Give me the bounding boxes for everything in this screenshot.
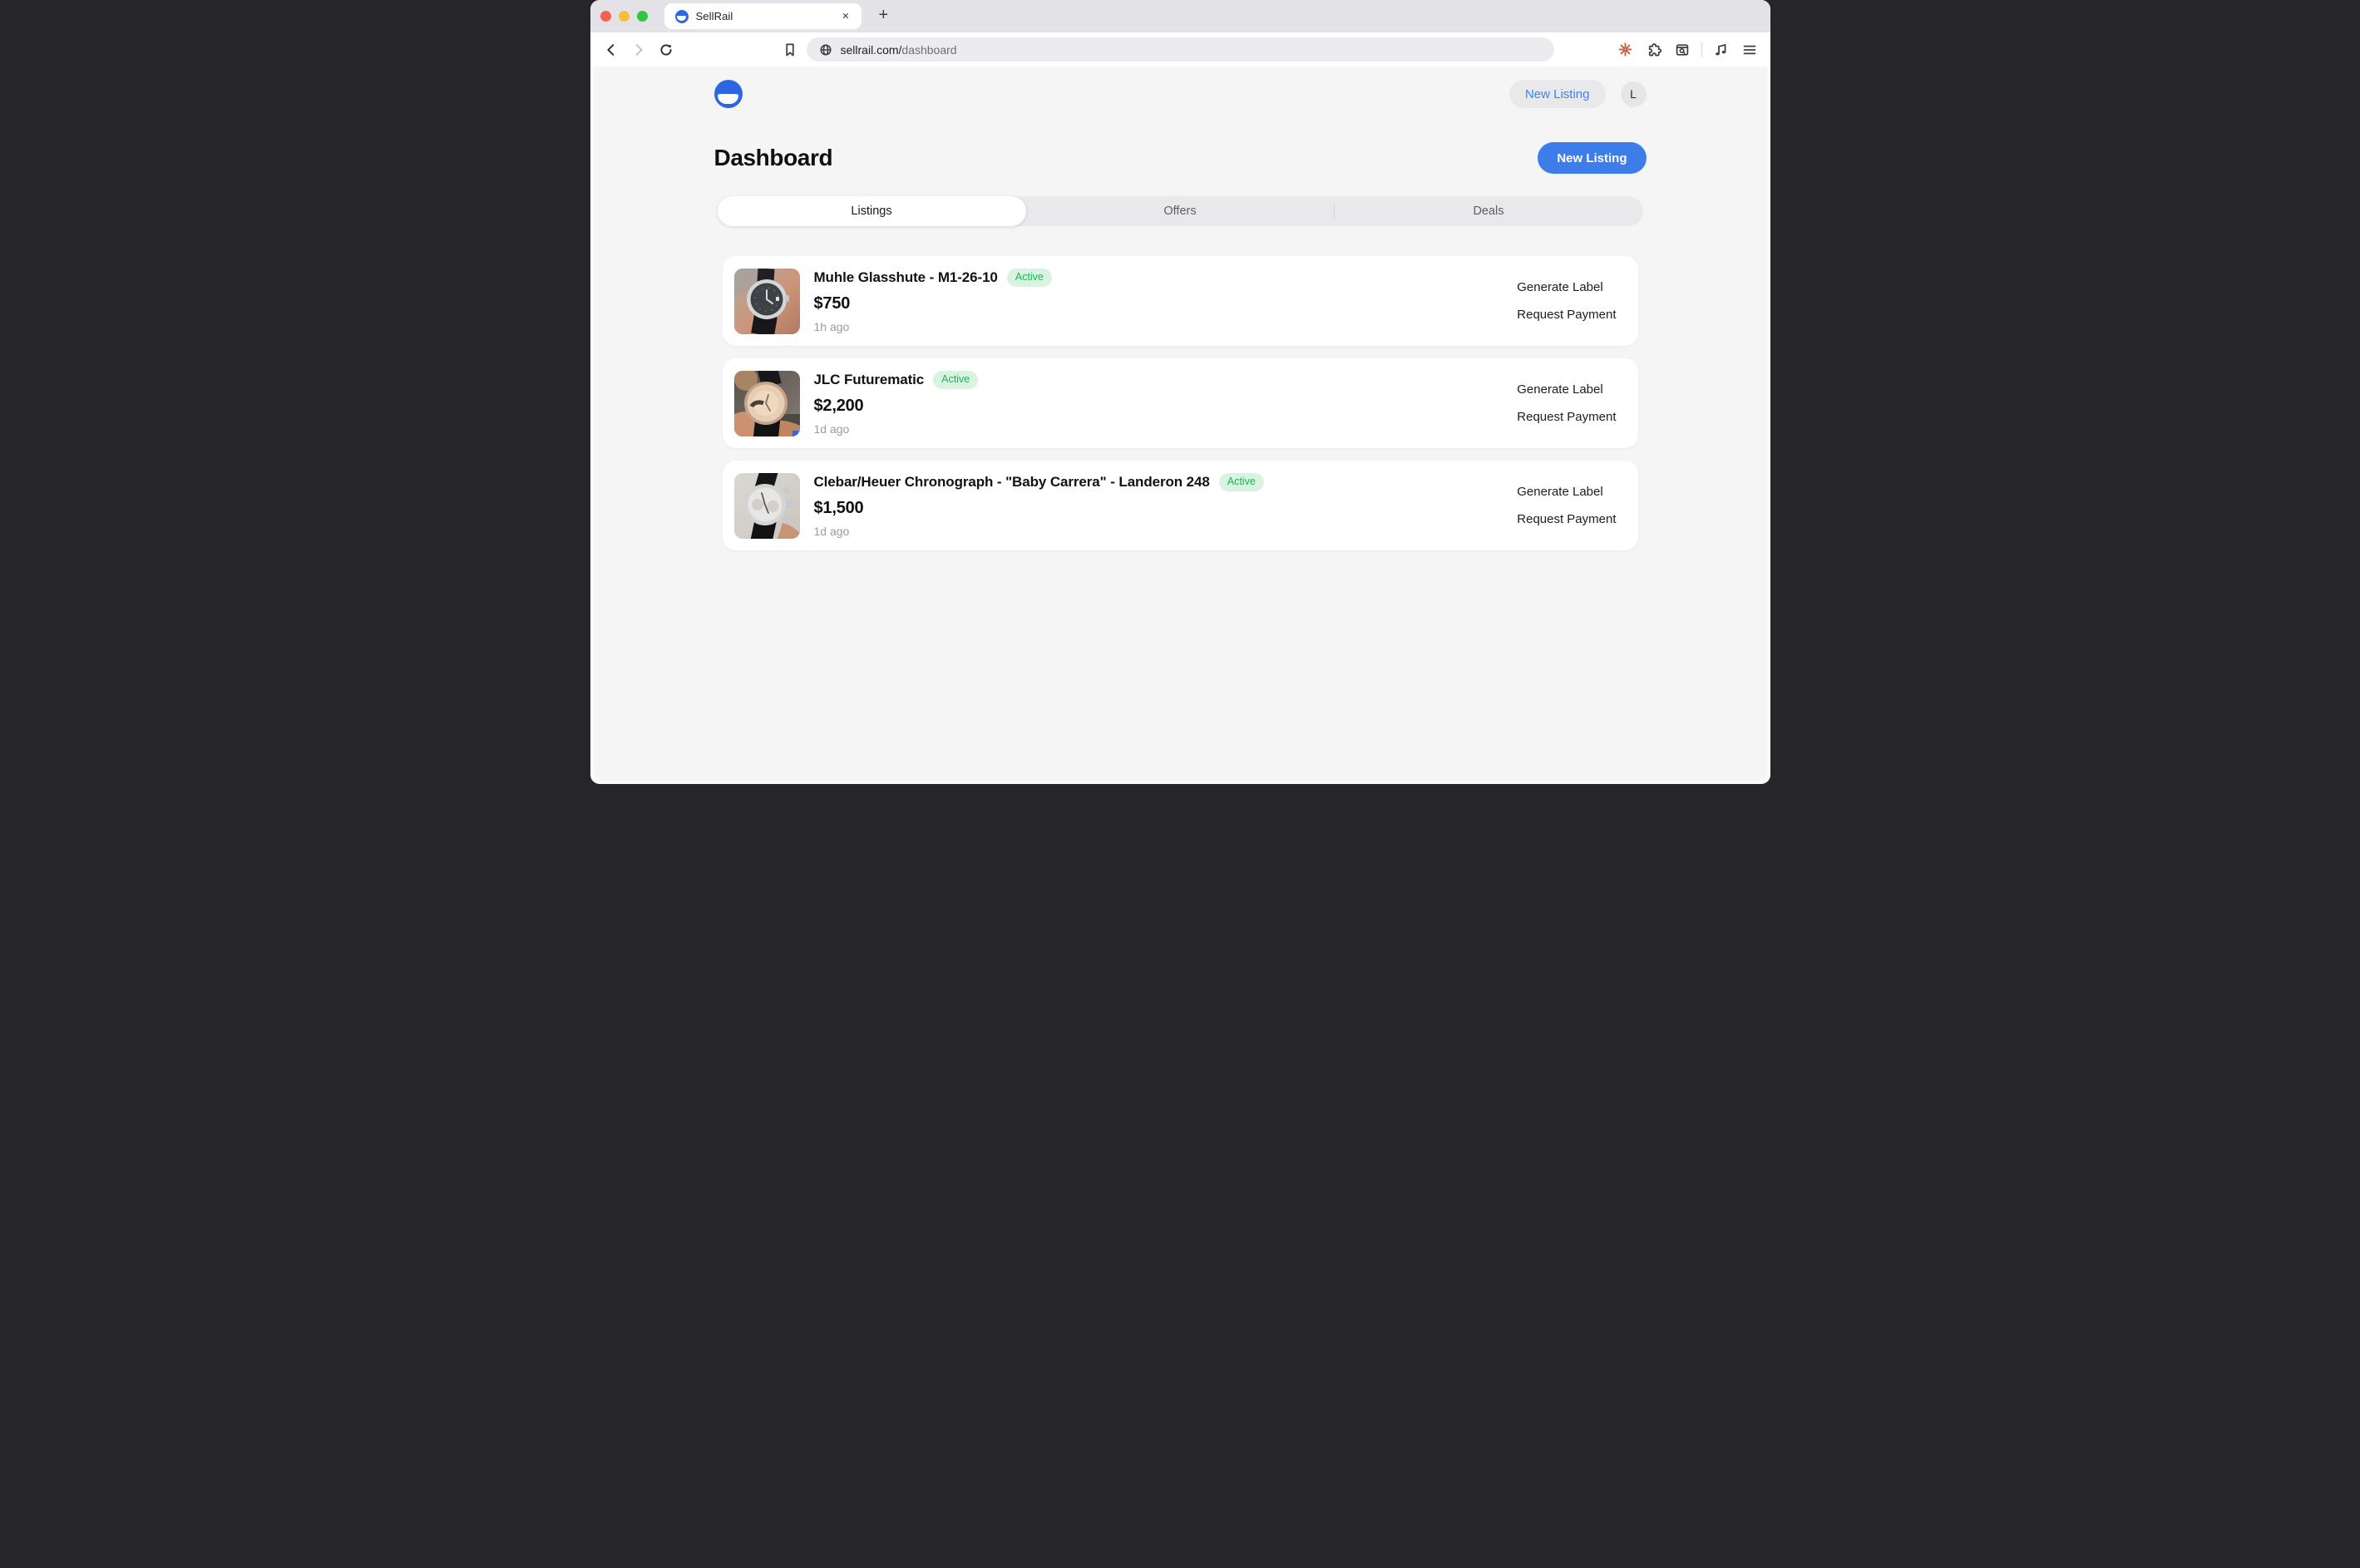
close-tab-icon[interactable]: ✕ xyxy=(838,9,852,23)
browser-window: SellRail ✕ + xyxy=(590,0,1770,784)
browser-toolbar: sellrail.com/dashboard xyxy=(590,32,1770,67)
tab-deals[interactable]: Deals xyxy=(1335,196,1643,226)
status-badge: Active xyxy=(1219,473,1264,491)
extensions-puzzle-icon[interactable] xyxy=(1645,41,1663,59)
assistant-starburst-icon[interactable] xyxy=(1617,41,1635,59)
browser-tab-strip: SellRail ✕ + xyxy=(590,0,1770,32)
close-window-button[interactable] xyxy=(600,11,611,22)
sellrail-logo-icon[interactable] xyxy=(714,80,743,108)
find-in-page-icon[interactable] xyxy=(1673,41,1691,59)
listing-time: 1h ago xyxy=(814,320,1052,333)
listing-row-jlc[interactable]: JLC Futurematic Active $2,200 1d ago Gen… xyxy=(723,358,1638,448)
menu-hamburger-icon[interactable] xyxy=(1740,41,1759,59)
status-badge: Active xyxy=(933,371,978,389)
bookmark-icon[interactable] xyxy=(781,41,799,59)
listing-title: JLC Futurematic xyxy=(814,372,925,388)
listing-title: Muhle Glasshute - M1-26-10 xyxy=(814,269,998,286)
listing-row-muhle[interactable]: Muhle Glasshute - M1-26-10 Active $750 1… xyxy=(723,256,1638,346)
new-tab-button[interactable]: + xyxy=(876,7,892,26)
header-new-listing-button[interactable]: New Listing xyxy=(1509,80,1606,108)
tab-offers[interactable]: Offers xyxy=(1026,196,1335,226)
forward-icon[interactable] xyxy=(629,41,648,59)
listing-price: $2,200 xyxy=(814,397,979,416)
url-text: sellrail.com/dashboard xyxy=(841,43,957,57)
listing-price: $1,500 xyxy=(814,499,1264,518)
url-bar[interactable]: sellrail.com/dashboard xyxy=(807,37,1554,62)
page-content: New Listing L Dashboard New Listing List… xyxy=(594,67,1767,781)
browser-tab[interactable]: SellRail ✕ xyxy=(664,3,862,29)
new-listing-button[interactable]: New Listing xyxy=(1538,142,1646,174)
generate-label-link[interactable]: Generate Label xyxy=(1517,280,1602,294)
request-payment-link[interactable]: Request Payment xyxy=(1517,410,1616,424)
traffic-lights xyxy=(590,11,648,22)
generate-label-link[interactable]: Generate Label xyxy=(1517,485,1602,499)
listing-time: 1d ago xyxy=(814,422,979,436)
page-title: Dashboard xyxy=(714,145,833,171)
listings-tab-bar: Listings Offers Deals xyxy=(718,196,1643,226)
request-payment-link[interactable]: Request Payment xyxy=(1517,512,1616,526)
app-header: New Listing L xyxy=(714,67,1647,108)
minimize-window-button[interactable] xyxy=(619,11,629,22)
listing-thumbnail xyxy=(734,269,800,334)
reload-icon[interactable] xyxy=(657,41,675,59)
listing-thumbnail xyxy=(734,371,800,436)
back-icon[interactable] xyxy=(602,41,620,59)
avatar[interactable]: L xyxy=(1621,81,1647,107)
listing-row-clebar[interactable]: Clebar/Heuer Chronograph - "Baby Carrera… xyxy=(723,461,1638,550)
tab-divider xyxy=(1334,204,1335,219)
globe-icon xyxy=(818,42,833,57)
tab-title: SellRail xyxy=(696,10,839,22)
zoom-window-button[interactable] xyxy=(637,11,648,22)
status-badge: Active xyxy=(1007,269,1052,287)
generate-label-link[interactable]: Generate Label xyxy=(1517,382,1602,397)
tab-listings[interactable]: Listings xyxy=(718,196,1026,226)
listings-list: Muhle Glasshute - M1-26-10 Active $750 1… xyxy=(723,256,1638,550)
request-payment-link[interactable]: Request Payment xyxy=(1517,308,1616,322)
toolbar-divider xyxy=(1701,42,1702,57)
media-music-icon[interactable] xyxy=(1712,41,1731,59)
sellrail-favicon-icon xyxy=(675,10,689,23)
listing-title: Clebar/Heuer Chronograph - "Baby Carrera… xyxy=(814,474,1210,491)
listing-time: 1d ago xyxy=(814,525,1264,538)
listing-price: $750 xyxy=(814,294,1052,313)
listing-thumbnail xyxy=(734,473,800,539)
